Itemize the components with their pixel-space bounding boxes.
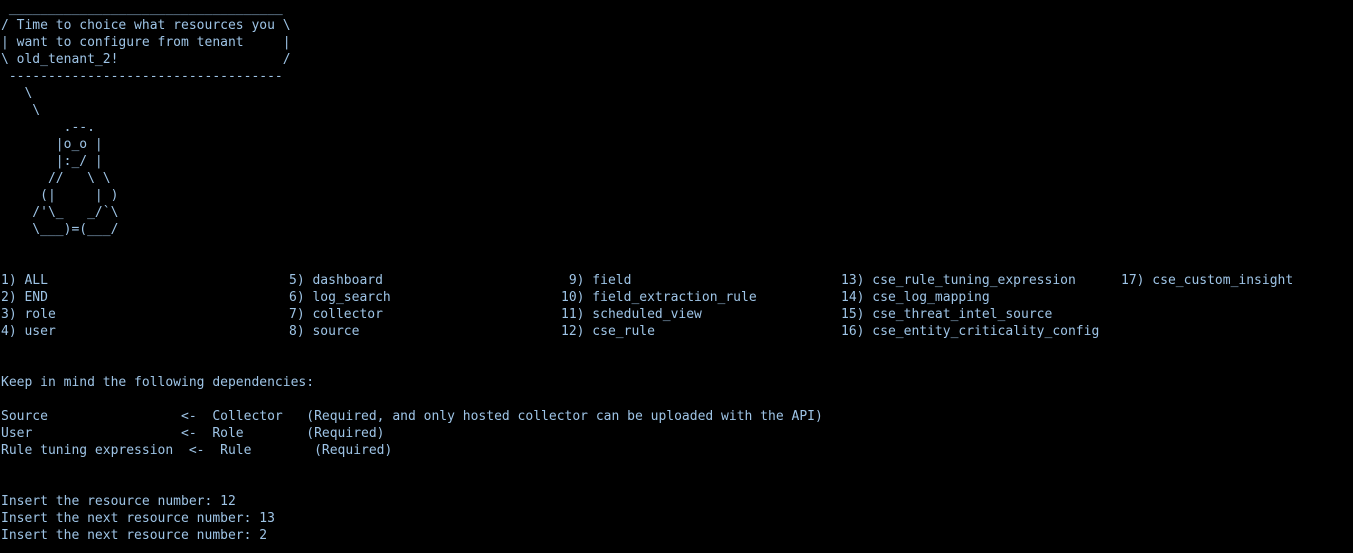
menu-option-source: 8) source	[289, 324, 360, 339]
ascii-tux-line: |o_o |	[1, 137, 103, 152]
cowsay-bubble-line: / Time to choice what resources you \	[1, 18, 291, 33]
dependency-row: Source <- Collector (Required, and only …	[1, 409, 823, 424]
prompt-line: Insert the next resource number: 13	[1, 511, 275, 526]
cowsay-bubble-bottom: -----------------------------------	[1, 69, 283, 84]
menu-option-dashboard: 5) dashboard	[289, 273, 383, 288]
menu-option-cse-custom-insight: 17) cse_custom_insight	[1121, 273, 1294, 288]
cowsay-bubble-line: \ old_tenant_2! /	[1, 52, 291, 67]
menu-option-cse-rule: 12) cse_rule	[561, 324, 655, 339]
menu-option-cse-rule-tuning-expression: 13) cse_rule_tuning_expression	[841, 273, 1076, 288]
ascii-tux-line: // \ \	[1, 171, 111, 186]
dependency-row: Rule tuning expression <- Rule (Required…	[1, 443, 393, 458]
menu-option-user: 4) user	[1, 324, 56, 339]
menu-option-end: 2) END	[1, 290, 48, 305]
cowsay-bubble-top: ___________________________________	[1, 1, 283, 16]
menu-option-collector: 7) collector	[289, 307, 383, 322]
ascii-tux-line: .--.	[1, 120, 95, 135]
terminal-window[interactable]: ___________________________________ / Ti…	[0, 0, 1353, 553]
ascii-tux-line: \	[1, 103, 41, 118]
dependency-row: User <- Role (Required)	[1, 426, 385, 441]
menu-option-field-extraction-rule: 10) field_extraction_rule	[561, 290, 757, 305]
menu-option-role: 3) role	[1, 307, 56, 322]
menu-option-cse-threat-intel-source: 15) cse_threat_intel_source	[841, 307, 1053, 322]
menu-option-cse-log-mapping: 14) cse_log_mapping	[841, 290, 990, 305]
prompt-line: Insert the resource number: 12	[1, 494, 236, 509]
ascii-tux-line: /'\_ _/`\	[1, 205, 119, 220]
menu-option-log-search: 6) log_search	[289, 290, 391, 305]
terminal-cursor	[267, 527, 275, 542]
menu-option-cse-entity-criticality-config: 16) cse_entity_criticality_config	[841, 324, 1100, 339]
ascii-tux-line: \	[1, 86, 33, 101]
ascii-tux-line: \___)=(___/	[1, 222, 119, 237]
menu-option-all: 1) ALL	[1, 273, 48, 288]
dependencies-heading: Keep in mind the following dependencies:	[1, 375, 315, 390]
menu-option-field: 9) field	[561, 273, 632, 288]
ascii-tux-line: |:_/ |	[1, 154, 103, 169]
ascii-tux-line: (| | )	[1, 188, 119, 203]
prompt-line-active[interactable]: Insert the next resource number: 2	[1, 527, 275, 544]
cowsay-bubble-line: | want to configure from tenant |	[1, 35, 291, 50]
prompt-line-text: Insert the next resource number: 2	[1, 528, 268, 543]
menu-option-scheduled-view: 11) scheduled_view	[561, 307, 702, 322]
